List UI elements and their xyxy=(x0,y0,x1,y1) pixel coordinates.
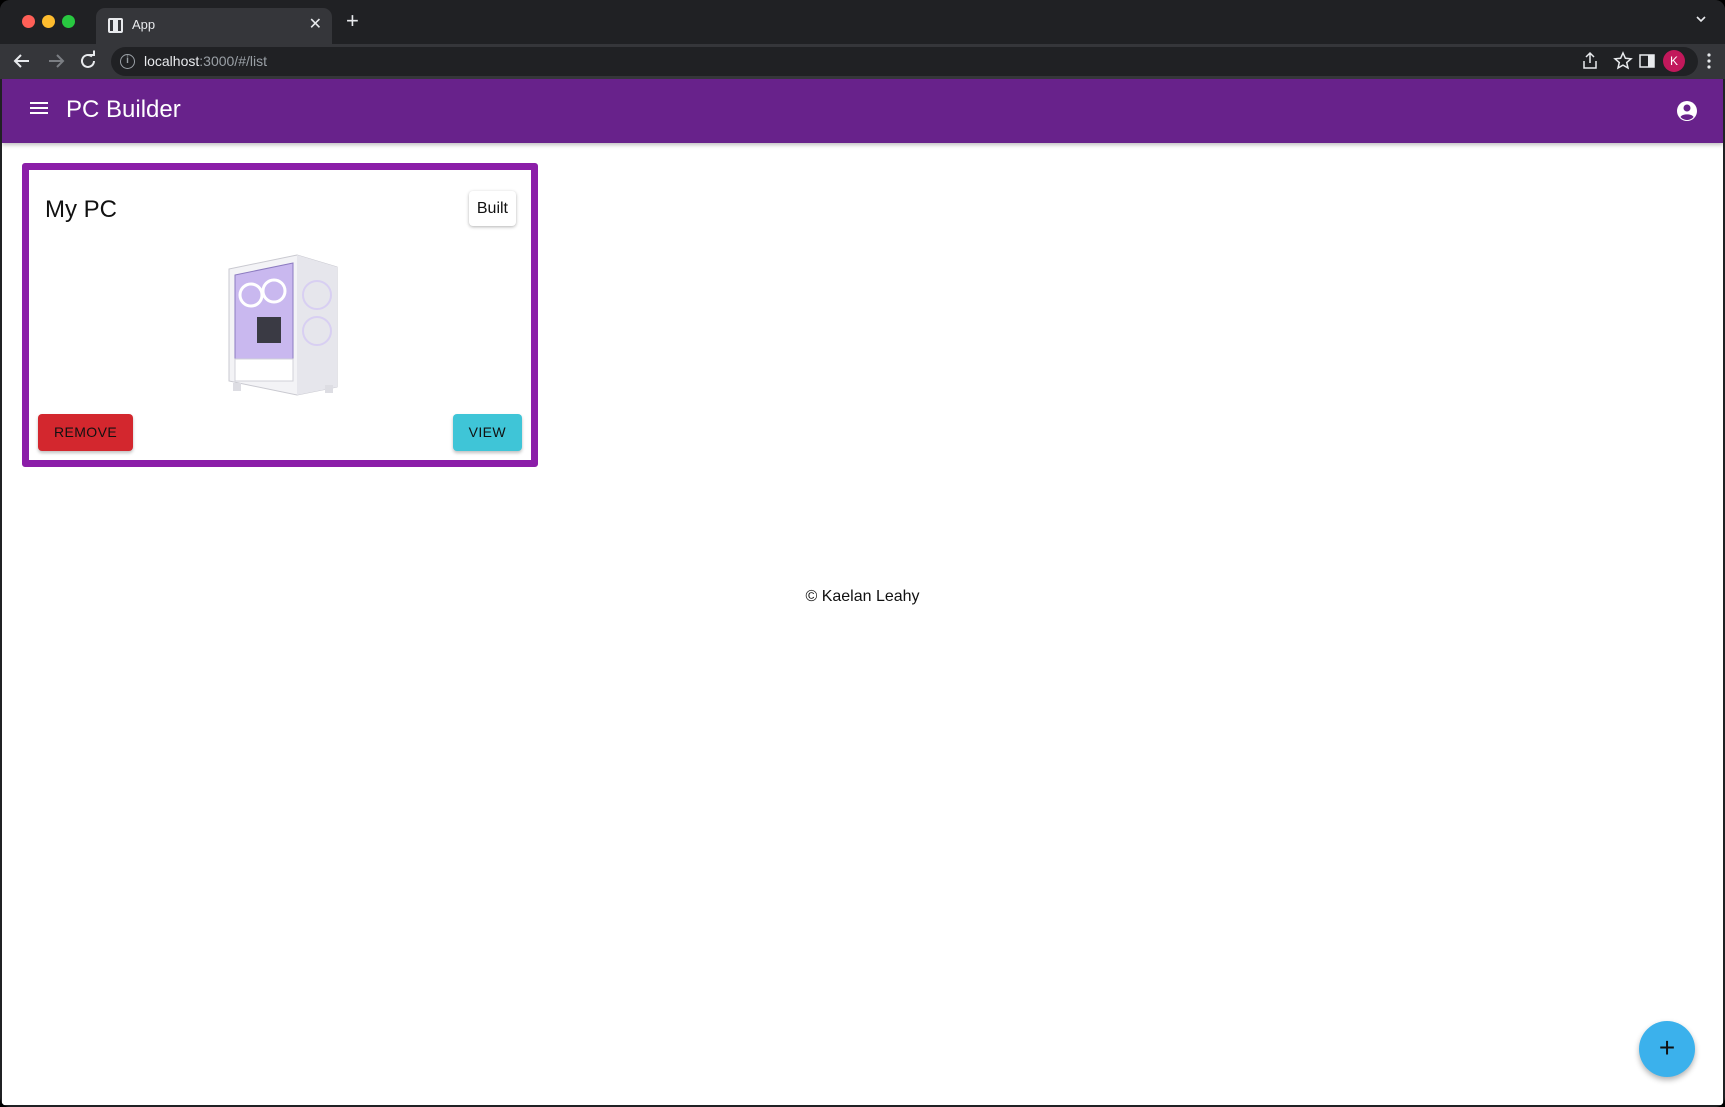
new-tab-icon[interactable]: + xyxy=(346,10,359,32)
reload-icon[interactable] xyxy=(76,49,100,73)
site-info-icon[interactable]: i xyxy=(120,54,135,69)
url-text: localhost:3000/#/list xyxy=(144,53,267,69)
status-badge: Built xyxy=(468,191,516,226)
share-icon[interactable] xyxy=(1580,51,1600,71)
side-panel-icon[interactable] xyxy=(1637,51,1657,71)
tab-title: App xyxy=(132,17,156,32)
browser-window: App ✕ + i localhost:3000/#/list K PC Bui… xyxy=(0,0,1725,1107)
maximize-window-button[interactable] xyxy=(62,15,75,28)
pc-build-card: My PC Built REMOVE VIEW xyxy=(22,163,538,467)
app-bar: PC Builder xyxy=(2,79,1723,143)
pc-case-image xyxy=(228,254,338,396)
profile-avatar[interactable]: K xyxy=(1663,50,1685,72)
plus-icon: + xyxy=(1658,1032,1676,1063)
bookmark-star-icon[interactable] xyxy=(1613,51,1633,71)
forward-icon[interactable] xyxy=(44,49,68,73)
app-title: PC Builder xyxy=(66,96,181,123)
more-options-icon[interactable] xyxy=(1699,51,1719,71)
hamburger-menu-icon[interactable] xyxy=(28,99,50,121)
tab-close-icon[interactable]: ✕ xyxy=(309,15,322,35)
favicon-icon xyxy=(108,18,123,33)
page-viewport: PC Builder My PC Built REMOVE VIEW © Kae… xyxy=(2,79,1723,1105)
view-button[interactable]: VIEW xyxy=(452,414,522,451)
footer-copyright: © Kaelan Leahy xyxy=(805,588,920,605)
card-title: My PC xyxy=(45,196,117,223)
browser-tab[interactable]: App ✕ xyxy=(96,8,332,44)
tab-search-chevron-icon[interactable] xyxy=(1695,13,1707,25)
tab-strip: App ✕ + xyxy=(0,0,1725,44)
account-circle-icon[interactable] xyxy=(1675,99,1699,123)
minimize-window-button[interactable] xyxy=(42,15,55,28)
address-bar[interactable]: i localhost:3000/#/list xyxy=(111,47,1698,76)
back-icon[interactable] xyxy=(10,49,34,73)
browser-toolbar: i localhost:3000/#/list K xyxy=(0,44,1725,79)
close-window-button[interactable] xyxy=(22,15,35,28)
add-build-fab[interactable]: + xyxy=(1639,1021,1695,1077)
remove-button[interactable]: REMOVE xyxy=(38,414,134,451)
